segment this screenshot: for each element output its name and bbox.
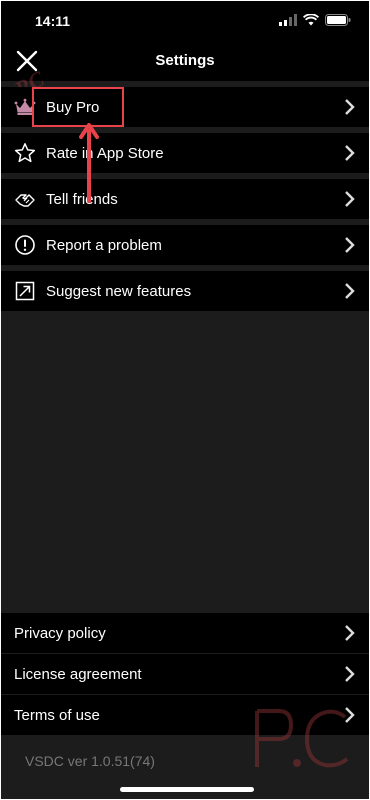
- menu-item-label: Buy Pro: [46, 98, 100, 116]
- chevron-right-icon: [345, 707, 355, 723]
- chevron-right-icon: [345, 666, 355, 682]
- menu-item-report-problem[interactable]: Report a problem: [1, 225, 369, 265]
- status-bar: 14:11: [1, 1, 369, 41]
- handshake-icon: [13, 187, 37, 211]
- chevron-right-icon: [345, 99, 355, 115]
- menu-item-rate-app[interactable]: Rate in App Store: [1, 133, 369, 173]
- menu-item-label: Suggest new features: [46, 282, 192, 300]
- footer-link-label: Privacy policy: [14, 624, 106, 642]
- chevron-right-icon: [345, 283, 355, 299]
- footer-link-privacy-policy[interactable]: Privacy policy: [1, 613, 369, 653]
- crown-icon: [13, 95, 37, 119]
- menu-item-buy-pro[interactable]: Buy Pro: [1, 87, 369, 127]
- version-text: VSDC ver 1.0.51(74): [25, 753, 155, 769]
- menu-item-tell-friends[interactable]: Tell friends: [1, 179, 369, 219]
- battery-icon: [325, 14, 351, 26]
- chevron-right-icon: [345, 191, 355, 207]
- status-icons: [279, 14, 351, 26]
- chevron-right-icon: [345, 237, 355, 253]
- footer-link-terms-of-use[interactable]: Terms of use: [1, 695, 369, 735]
- footer-link-label: License agreement: [14, 665, 142, 683]
- status-time: 14:11: [35, 13, 71, 29]
- settings-screen: 14:11 Settings PC Buy Pro Rate in App St…: [1, 1, 369, 799]
- chevron-right-icon: [345, 145, 355, 161]
- wifi-icon: [303, 14, 319, 26]
- menu-item-suggest-features[interactable]: Suggest new features: [1, 271, 369, 311]
- menu-item-label: Report a problem: [46, 236, 162, 254]
- menu-item-label: Tell friends: [46, 190, 118, 208]
- exclamation-circle-icon: [13, 233, 37, 257]
- nav-bar: Settings PC: [1, 41, 369, 102]
- page-title: Settings: [155, 52, 215, 69]
- chevron-right-icon: [345, 625, 355, 641]
- home-indicator: [120, 787, 254, 792]
- external-arrow-icon: [13, 279, 37, 303]
- menu-item-label: Rate in App Store: [46, 144, 164, 162]
- footer-link-license-agreement[interactable]: License agreement: [1, 654, 369, 694]
- star-icon: [13, 141, 37, 165]
- footer-link-label: Terms of use: [14, 706, 100, 724]
- signal-icon: [279, 14, 297, 26]
